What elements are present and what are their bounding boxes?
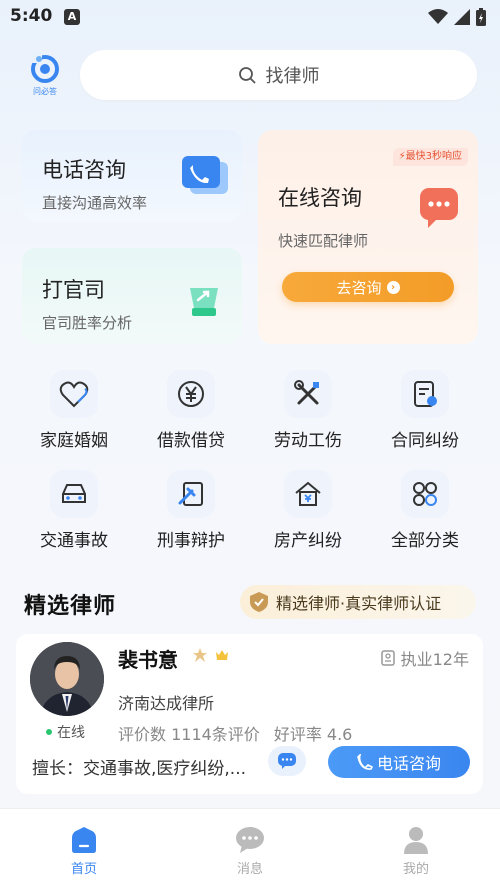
category-contract[interactable]: 合同纠纷 — [375, 370, 475, 451]
phone-icon — [357, 754, 373, 770]
status-time: 5:40 — [10, 6, 53, 26]
crown-icon — [216, 650, 228, 660]
rating-score: 好评率 4.6 — [273, 725, 353, 744]
tab-label: 首页 — [70, 862, 97, 877]
lawyer-experience: 执业12年 — [380, 646, 469, 670]
fast-response-text: 最快3秒响应 — [405, 151, 462, 162]
tab-messages[interactable]: 消息 — [210, 825, 290, 877]
lawyer-rating: 评价数 1114条评价 好评率 4.6 — [118, 721, 352, 745]
online-consult-title: 在线咨询 — [278, 186, 362, 210]
lawsuit-icon — [190, 288, 218, 316]
lawsuit-subtitle: 官司胜率分析 — [42, 314, 133, 332]
online-dot — [46, 729, 52, 735]
tab-label: 消息 — [236, 862, 263, 877]
call-button-label: 电话咨询 — [376, 754, 441, 773]
tab-label: 我的 — [402, 862, 429, 877]
logo-text: 问必答 — [33, 87, 57, 96]
notification-icon: A — [64, 9, 80, 25]
phone-icon — [182, 156, 228, 194]
category-label: 借款借贷 — [157, 431, 225, 451]
bottom-tab-bar: 首页 消息 我的 — [0, 808, 500, 888]
logo-icon — [31, 54, 59, 83]
category-label: 交通事故 — [40, 531, 108, 551]
category-label: 家庭婚姻 — [40, 431, 108, 451]
lawsuit-title: 打官司 — [42, 278, 105, 302]
category-traffic[interactable]: 交通事故 — [24, 470, 124, 551]
phone-consult-title: 电话咨询 — [42, 158, 126, 182]
category-criminal[interactable]: 刑事辩护 — [141, 470, 241, 551]
gavel-icon — [167, 470, 215, 518]
search-bar[interactable]: 找律师 — [80, 50, 477, 100]
category-labor-injury[interactable]: 劳动工伤 — [258, 370, 358, 451]
shield-icon — [250, 592, 268, 612]
category-loan[interactable]: 借款借贷 — [141, 370, 241, 451]
go-consult-button[interactable]: 去咨询 › — [282, 272, 454, 302]
fast-response-badge: ⚡最快3秒响应 — [392, 148, 468, 166]
review-count: 评价数 1114条评价 — [118, 725, 260, 744]
category-label: 劳动工伤 — [274, 431, 342, 451]
lawyer-card[interactable]: 在线 裴书意 执业12年 济南达成律所 评价数 1114条评价 好评率 4.6 … — [16, 634, 483, 794]
wifi-icon — [428, 9, 448, 24]
call-button[interactable]: 电话咨询 — [328, 746, 470, 778]
verified-lawyer-badge: 精选律师·真实律师认证 — [240, 585, 476, 619]
app-logo: 问必答 — [24, 54, 66, 98]
lawyer-specialty: 擅长：交通事故,医疗纠纷,... — [32, 759, 247, 779]
featured-lawyers-title: 精选律师 — [24, 593, 117, 619]
online-status-text: 在线 — [57, 725, 85, 741]
tab-profile[interactable]: 我的 — [376, 825, 456, 877]
tab-home[interactable]: 首页 — [44, 825, 124, 877]
chat-bubble-icon — [420, 188, 458, 228]
law-firm: 济南达成律所 — [118, 694, 215, 713]
lawyer-medals — [192, 647, 230, 663]
category-label: 全部分类 — [391, 531, 459, 551]
yen-icon — [167, 370, 215, 418]
go-consult-label: 去咨询 — [336, 278, 382, 297]
online-consult-subtitle: 快速匹配律师 — [278, 232, 369, 250]
phone-consult-card[interactable]: 电话咨询 直接沟通高效率 — [22, 130, 242, 222]
category-family-marriage[interactable]: 家庭婚姻 — [24, 370, 124, 451]
home-icon — [44, 825, 124, 855]
heart-icon — [50, 370, 98, 418]
category-property[interactable]: 房产纠纷 — [258, 470, 358, 551]
lawsuit-card[interactable]: 打官司 官司胜率分析 — [22, 248, 242, 344]
status-bar: 5:40 A — [0, 0, 500, 34]
category-all[interactable]: 全部分类 — [375, 470, 475, 551]
arrow-right-icon: › — [386, 280, 400, 294]
category-label: 房产纠纷 — [274, 531, 342, 551]
category-label: 合同纠纷 — [391, 431, 459, 451]
contract-icon — [401, 370, 449, 418]
chat-icon — [278, 753, 296, 769]
tools-icon — [284, 370, 332, 418]
message-icon — [210, 825, 290, 855]
grid-icon — [401, 470, 449, 518]
id-card-icon — [380, 650, 395, 666]
system-icons — [428, 8, 486, 26]
medal-icon — [193, 648, 207, 662]
lawyer-name: 裴书意 — [118, 648, 178, 672]
phone-consult-subtitle: 直接沟通高效率 — [42, 194, 148, 212]
experience-text: 执业12年 — [400, 650, 469, 669]
category-label: 刑事辩护 — [157, 531, 225, 551]
signal-icon — [454, 9, 470, 25]
house-icon — [284, 470, 332, 518]
lawyer-avatar — [30, 642, 104, 716]
online-status: 在线 — [46, 722, 85, 742]
verified-lawyer-text: 精选律师·真实律师认证 — [276, 594, 442, 613]
battery-icon — [476, 8, 486, 26]
search-placeholder: 找律师 — [265, 66, 320, 87]
search-icon — [238, 67, 255, 84]
online-consult-card[interactable]: ⚡最快3秒响应 在线咨询 快速匹配律师 去咨询 › — [258, 130, 478, 344]
car-icon — [50, 470, 98, 518]
message-button[interactable] — [268, 746, 306, 776]
user-icon — [376, 825, 456, 855]
